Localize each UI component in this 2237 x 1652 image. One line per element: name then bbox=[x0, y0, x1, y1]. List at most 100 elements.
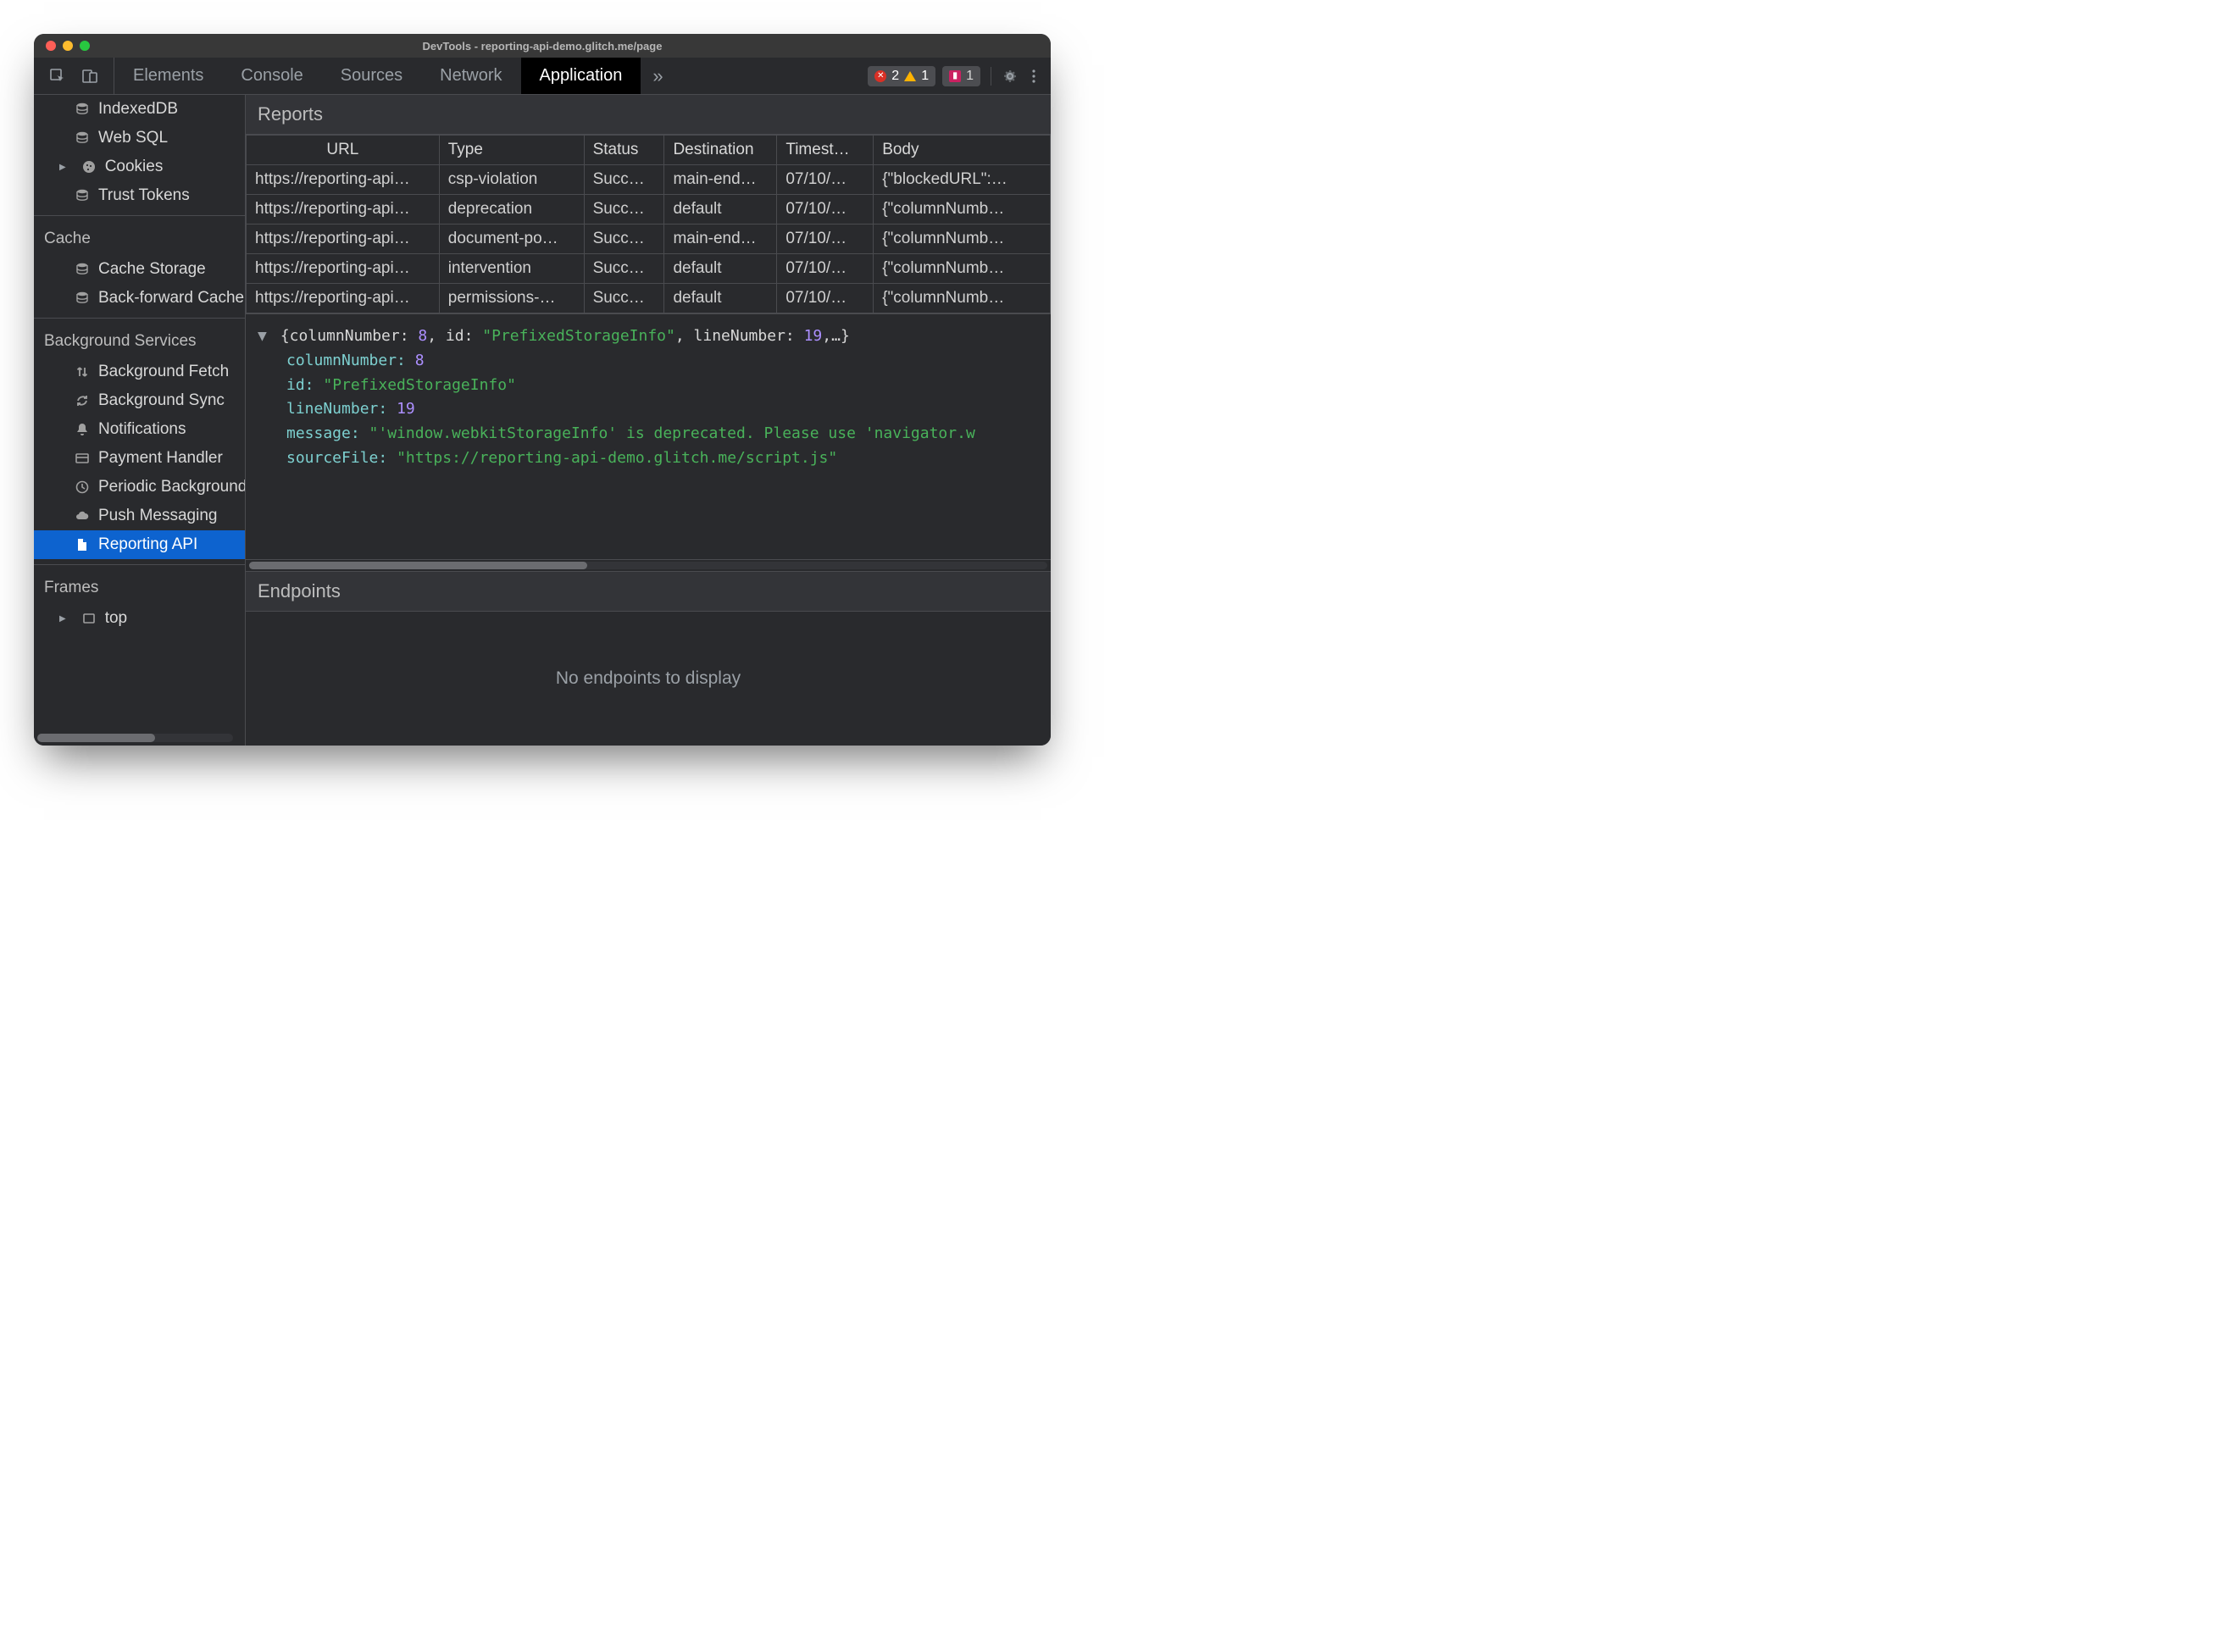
error-count: 2 bbox=[891, 69, 899, 84]
sidebar-item-label: IndexedDB bbox=[98, 100, 178, 119]
reports-col-status[interactable]: Status bbox=[584, 136, 664, 165]
report-cell-status: Succ… bbox=[584, 195, 664, 225]
sidebar-item-payment-handler[interactable]: Payment Handler bbox=[34, 444, 245, 473]
more-tabs-button[interactable]: » bbox=[641, 58, 674, 94]
report-cell-body: {"columnNumb… bbox=[874, 195, 1051, 225]
sidebar-item-label: Payment Handler bbox=[98, 449, 223, 468]
close-window-button[interactable] bbox=[46, 41, 56, 51]
report-details: ▼ {columnNumber: 8, id: "PrefixedStorage… bbox=[246, 313, 1051, 559]
frame-icon bbox=[81, 611, 97, 626]
detail-row: id: "PrefixedStorageInfo" bbox=[258, 374, 1039, 398]
report-cell-url: https://reporting-api… bbox=[247, 254, 440, 284]
report-cell-destination: main-end… bbox=[664, 225, 777, 254]
sidebar-item-label: Cache Storage bbox=[98, 260, 206, 279]
report-cell-type: csp-violation bbox=[439, 165, 584, 195]
detail-row: columnNumber: 8 bbox=[258, 349, 1039, 374]
console-issues-badge[interactable]: ✕ 2 1 bbox=[868, 66, 935, 86]
sidebar-item-back-forward-cache[interactable]: Back-forward Cache bbox=[34, 284, 245, 313]
sidebar-item-push-messaging[interactable]: Push Messaging bbox=[34, 502, 245, 530]
sidebar-item-label: Background Sync bbox=[98, 391, 225, 410]
sidebar-item-reporting-api[interactable]: Reporting API bbox=[34, 530, 245, 559]
db-icon bbox=[75, 262, 90, 277]
sidebar-item-web-sql[interactable]: Web SQL bbox=[34, 124, 245, 152]
collapse-toggle-icon[interactable]: ▼ bbox=[258, 324, 271, 349]
sidebar-divider bbox=[34, 564, 245, 565]
zoom-window-button[interactable] bbox=[80, 41, 90, 51]
cache-heading: Cache bbox=[34, 221, 245, 255]
tab-network[interactable]: Network bbox=[421, 58, 520, 94]
sidebar-item-label: Push Messaging bbox=[98, 507, 217, 525]
report-cell-body: {"columnNumb… bbox=[874, 225, 1051, 254]
report-row[interactable]: https://reporting-api…csp-violationSucc…… bbox=[247, 165, 1051, 195]
report-row[interactable]: https://reporting-api…permissions-…Succ…… bbox=[247, 284, 1051, 313]
report-cell-body: {"blockedURL":… bbox=[874, 165, 1051, 195]
issues-badge[interactable]: ▮ 1 bbox=[942, 66, 980, 86]
report-cell-status: Succ… bbox=[584, 165, 664, 195]
tab-elements[interactable]: Elements bbox=[114, 58, 222, 94]
sidebar-horizontal-scrollbar[interactable] bbox=[37, 734, 233, 742]
report-cell-status: Succ… bbox=[584, 225, 664, 254]
warning-icon bbox=[904, 71, 916, 81]
sidebar-item-notifications[interactable]: Notifications bbox=[34, 415, 245, 444]
card-icon bbox=[75, 451, 90, 466]
report-cell-status: Succ… bbox=[584, 284, 664, 313]
report-cell-url: https://reporting-api… bbox=[247, 284, 440, 313]
db-icon bbox=[75, 130, 90, 146]
sidebar-item-trust-tokens[interactable]: Trust Tokens bbox=[34, 181, 245, 210]
endpoints-empty-message: No endpoints to display bbox=[246, 612, 1051, 746]
cloud-icon bbox=[75, 508, 90, 524]
reporting-api-panel: Reports URLTypeStatusDestinationTimest…B… bbox=[246, 95, 1051, 746]
report-row[interactable]: https://reporting-api…deprecationSucc…de… bbox=[247, 195, 1051, 225]
report-cell-destination: default bbox=[664, 254, 777, 284]
kebab-menu-icon[interactable] bbox=[1025, 68, 1042, 85]
reports-col-destination[interactable]: Destination bbox=[664, 136, 777, 165]
report-cell-body: {"columnNumb… bbox=[874, 254, 1051, 284]
sidebar-item-indexeddb[interactable]: IndexedDB bbox=[34, 95, 245, 124]
report-cell-url: https://reporting-api… bbox=[247, 195, 440, 225]
report-cell-destination: main-end… bbox=[664, 165, 777, 195]
details-horizontal-scrollbar[interactable] bbox=[246, 559, 1051, 571]
sidebar-divider bbox=[34, 215, 245, 216]
report-cell-type: intervention bbox=[439, 254, 584, 284]
file-icon bbox=[75, 537, 90, 552]
reports-col-url[interactable]: URL bbox=[247, 136, 440, 165]
settings-icon[interactable] bbox=[1002, 68, 1019, 85]
sync-icon bbox=[75, 393, 90, 408]
reports-col-type[interactable]: Type bbox=[439, 136, 584, 165]
sidebar-item-cache-storage[interactable]: Cache Storage bbox=[34, 255, 245, 284]
report-cell-timestamp: 07/10/… bbox=[777, 284, 874, 313]
sidebar-item-top[interactable]: top bbox=[34, 604, 245, 633]
minimize-window-button[interactable] bbox=[63, 41, 73, 51]
cookie-icon bbox=[81, 159, 97, 175]
sidebar-item-background-fetch[interactable]: Background Fetch bbox=[34, 358, 245, 386]
report-row[interactable]: https://reporting-api…interventionSucc…d… bbox=[247, 254, 1051, 284]
sidebar-item-label: Notifications bbox=[98, 420, 186, 439]
sidebar-item-label: Background Fetch bbox=[98, 363, 229, 381]
report-cell-type: permissions-… bbox=[439, 284, 584, 313]
sidebar-item-periodic-background-sync[interactable]: Periodic Background Sync bbox=[34, 473, 245, 502]
endpoints-section: Endpoints No endpoints to display bbox=[246, 571, 1051, 746]
endpoints-heading: Endpoints bbox=[246, 572, 1051, 612]
bell-icon bbox=[75, 422, 90, 437]
sidebar-item-background-sync[interactable]: Background Sync bbox=[34, 386, 245, 415]
tab-application[interactable]: Application bbox=[521, 58, 641, 94]
traffic-lights bbox=[34, 41, 90, 51]
tab-sources[interactable]: Sources bbox=[322, 58, 421, 94]
detail-summary-row[interactable]: ▼ {columnNumber: 8, id: "PrefixedStorage… bbox=[258, 324, 1039, 349]
inspect-element-icon[interactable] bbox=[49, 68, 66, 85]
report-row[interactable]: https://reporting-api…document-po…Succ…m… bbox=[247, 225, 1051, 254]
device-toolbar-icon[interactable] bbox=[81, 68, 98, 85]
sidebar-item-cookies[interactable]: Cookies bbox=[34, 152, 245, 181]
reports-col-body[interactable]: Body bbox=[874, 136, 1051, 165]
warning-count: 1 bbox=[921, 69, 929, 84]
report-cell-status: Succ… bbox=[584, 254, 664, 284]
issue-count: 1 bbox=[966, 69, 974, 84]
tab-console[interactable]: Console bbox=[222, 58, 321, 94]
db-icon bbox=[75, 102, 90, 117]
sidebar-item-label: Web SQL bbox=[98, 129, 168, 147]
detail-row: sourceFile: "https://reporting-api-demo.… bbox=[258, 446, 1039, 471]
report-cell-type: document-po… bbox=[439, 225, 584, 254]
report-cell-timestamp: 07/10/… bbox=[777, 165, 874, 195]
reports-heading: Reports bbox=[246, 95, 1051, 135]
reports-col-timest[interactable]: Timest… bbox=[777, 136, 874, 165]
